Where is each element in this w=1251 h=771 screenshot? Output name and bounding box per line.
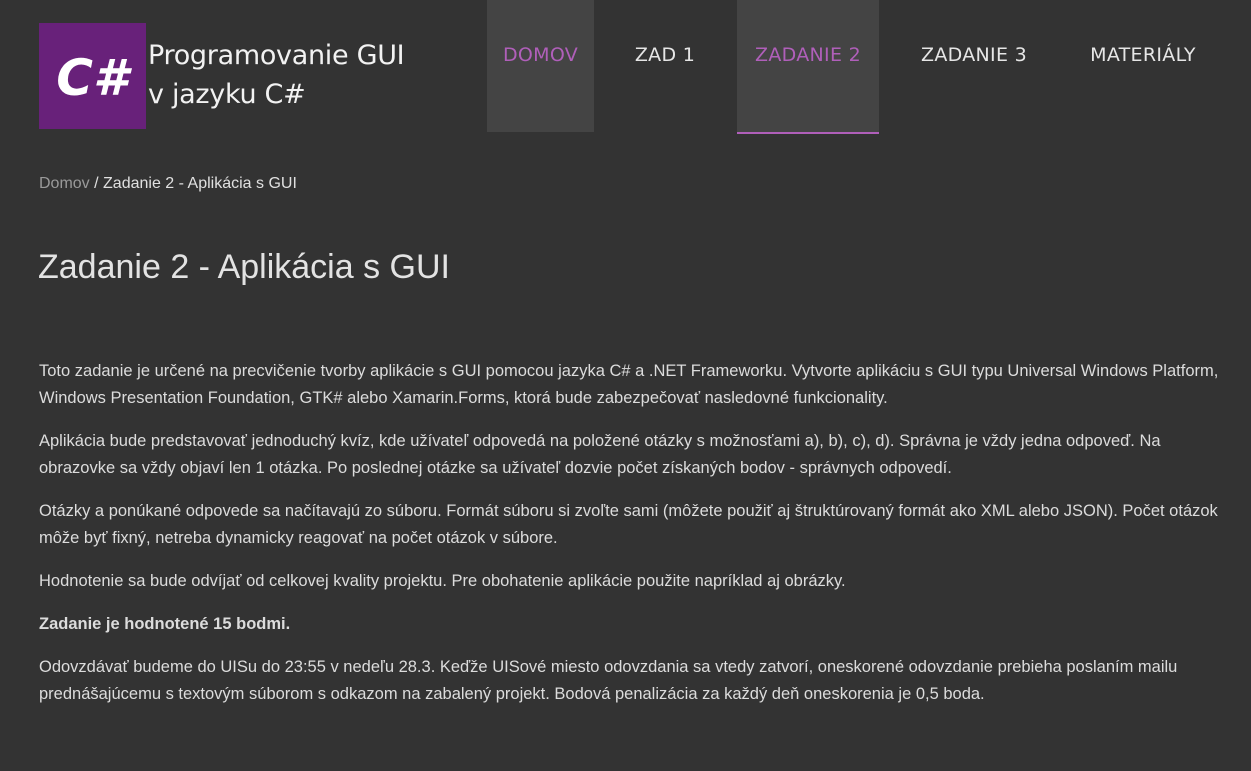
- site-header: C# Programovanie GUI v jazyku C# DOMOV Z…: [0, 0, 1251, 135]
- logo-text: C#: [56, 49, 132, 107]
- breadcrumb-current: Zadanie 2 - Aplikácia s GUI: [103, 175, 297, 192]
- site-title-line1: Programovanie GUI: [148, 40, 405, 71]
- content-paragraph-evaluation: Hodnotenie sa bude odvíjať od celkovej k…: [39, 572, 846, 590]
- csharp-logo[interactable]: C#: [39, 23, 146, 129]
- content-paragraph-quiz: Aplikácia bude predstavovať jednoduchý k…: [39, 432, 1161, 477]
- content-paragraph-file: Otázky a ponúkané odpovede sa načítavajú…: [39, 502, 1218, 547]
- csharp-logo-icon: C#: [56, 49, 132, 107]
- nav-item-label: DOMOV: [502, 44, 579, 66]
- nav-item-zadanie2[interactable]: ZADANIE 2: [737, 0, 879, 134]
- nav-item-zadanie3[interactable]: ZADANIE 3: [903, 0, 1045, 132]
- content-paragraph-intro: Toto zadanie je určené na precvičenie tv…: [39, 362, 1219, 407]
- content-points: Zadanie je hodnotené 15 bodmi.: [39, 615, 291, 633]
- page-title: Zadanie 2 - Aplikácia s GUI: [38, 248, 450, 286]
- nav-item-materialy[interactable]: MATERIÁLY: [1069, 0, 1217, 132]
- site-title[interactable]: Programovanie GUI v jazyku C#: [148, 36, 428, 114]
- site-title-line2: v jazyku C#: [148, 79, 306, 110]
- nav-item-label: MATERIÁLY: [1090, 44, 1196, 66]
- nav-item-label: ZADANIE 3: [921, 44, 1027, 66]
- content-paragraph-deadline: Odovzdávať budeme do UISu do 23:55 v ned…: [39, 658, 1178, 703]
- nav-item-zad1[interactable]: ZAD 1: [616, 0, 714, 132]
- breadcrumb-separator: /: [89, 175, 104, 192]
- breadcrumb: Domov / Zadanie 2 - Aplikácia s GUI: [39, 175, 297, 193]
- nav-item-domov[interactable]: DOMOV: [487, 0, 594, 132]
- nav-item-label: ZADANIE 2: [755, 44, 861, 66]
- assignment-content: Toto zadanie je určené na precvičenie tv…: [39, 358, 1219, 724]
- breadcrumb-home-link[interactable]: Domov: [39, 175, 90, 192]
- nav-item-label: ZAD 1: [634, 44, 696, 66]
